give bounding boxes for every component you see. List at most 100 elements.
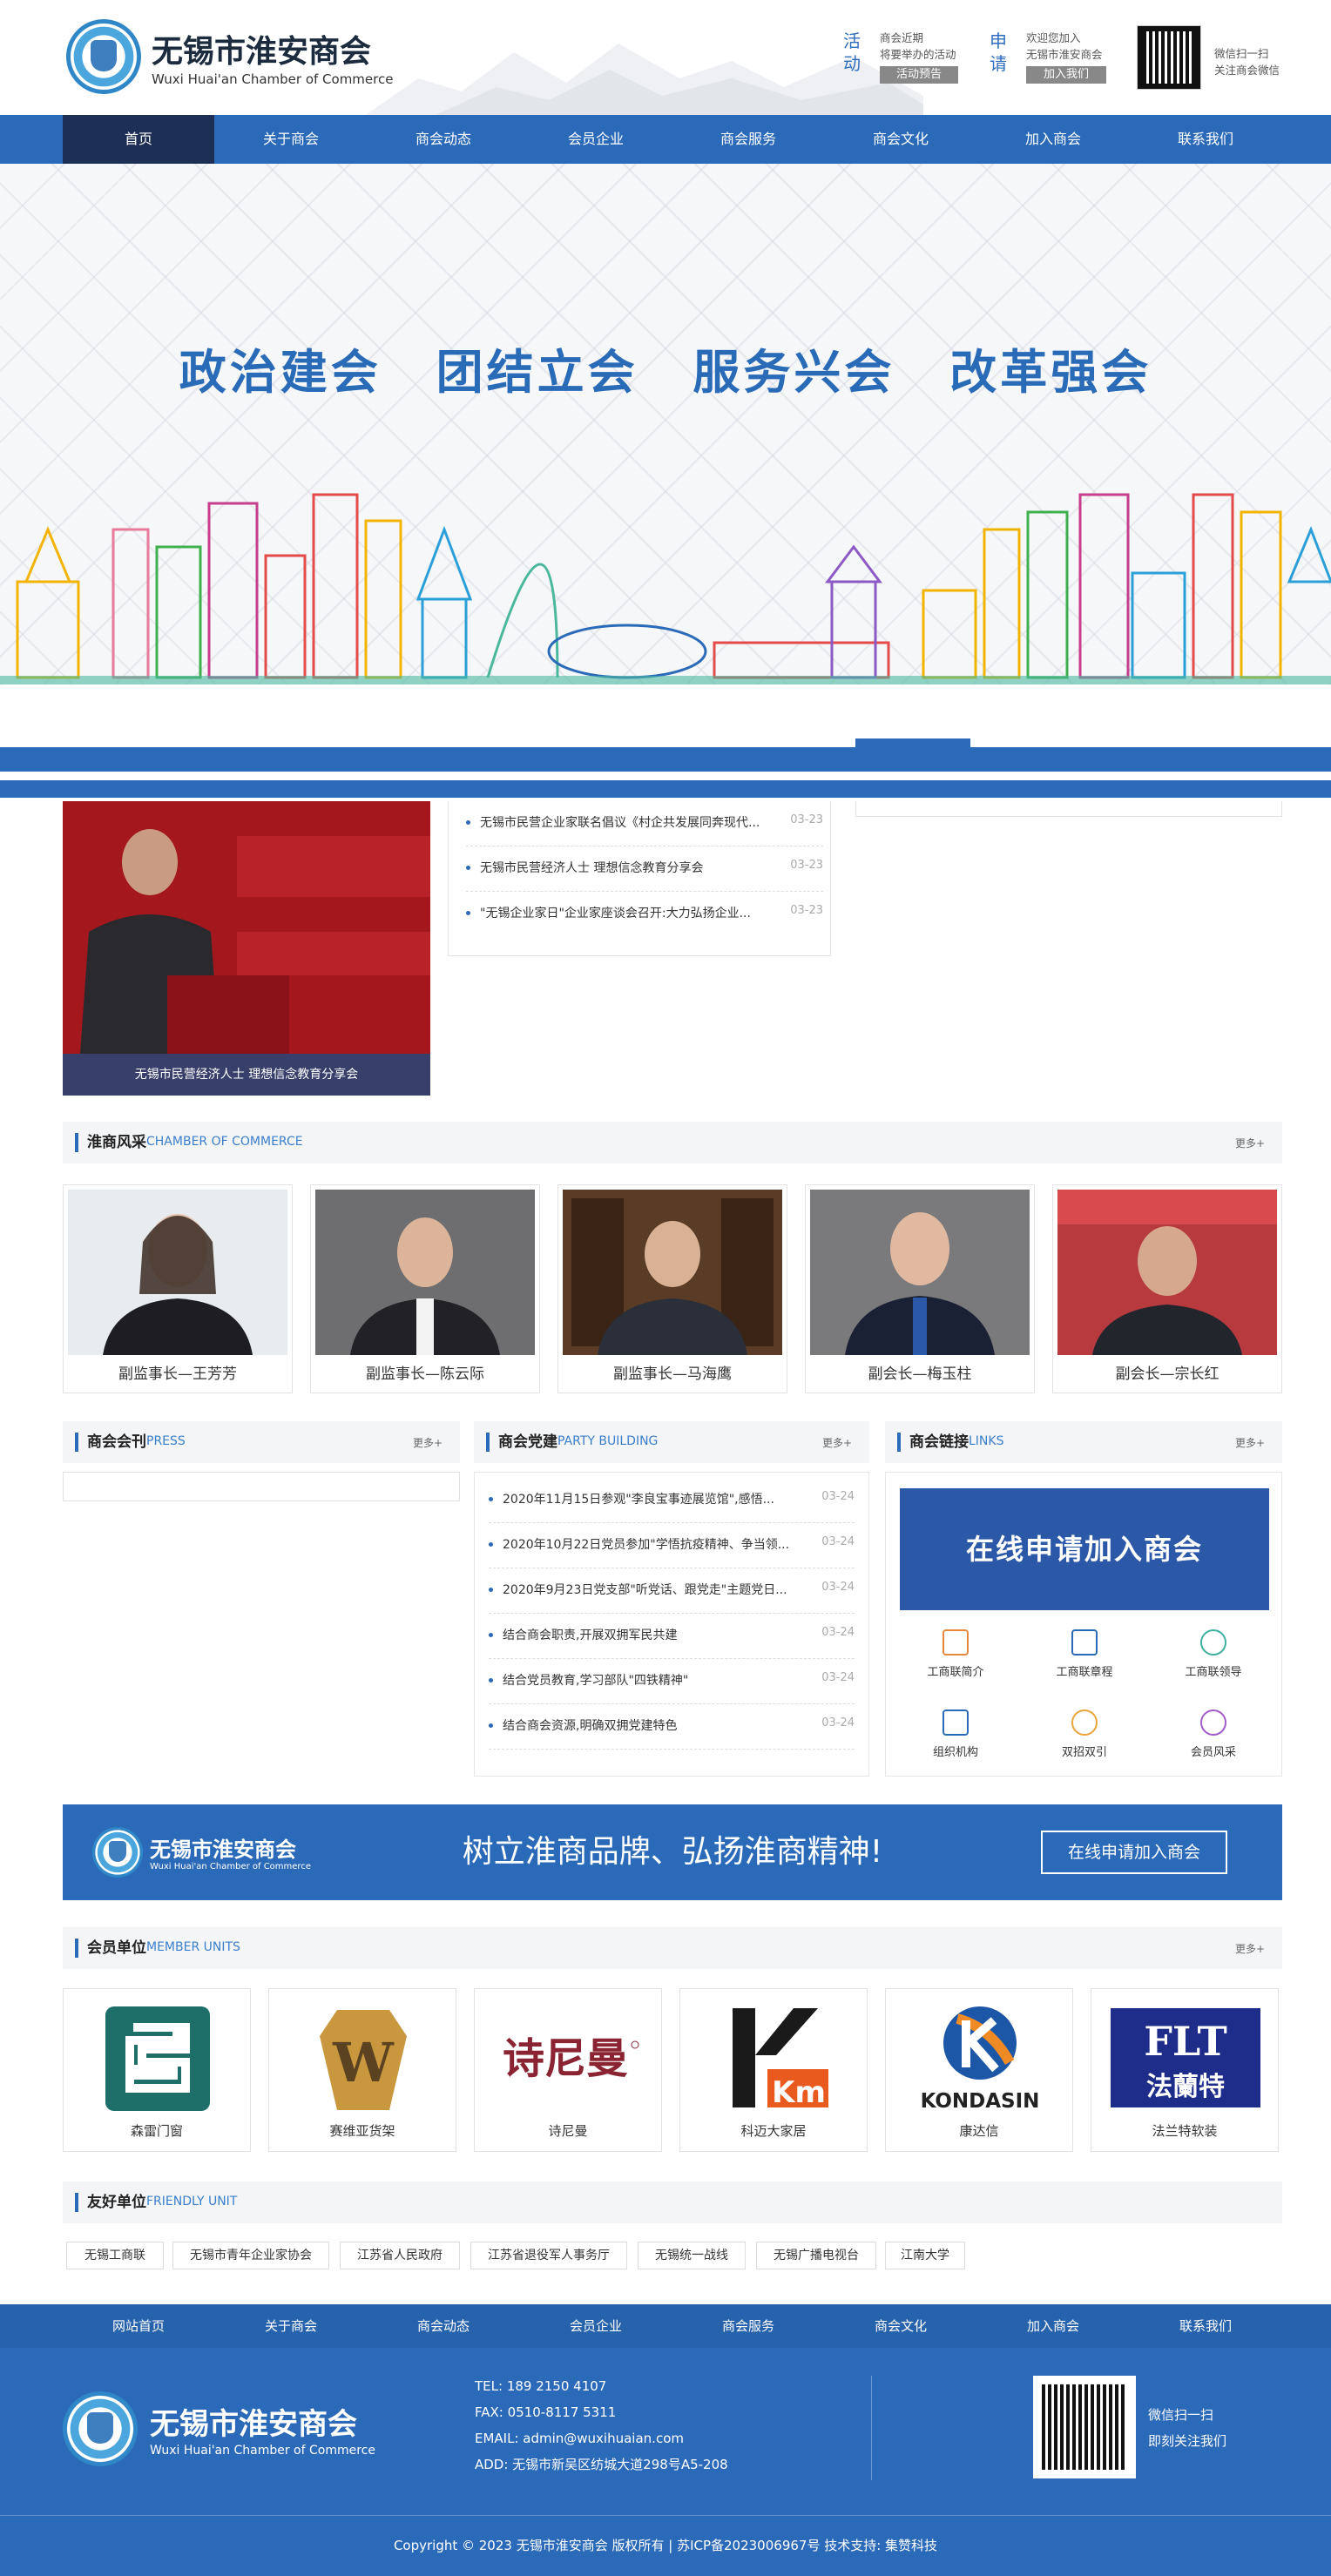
- footer-nav-news[interactable]: 商会动态: [368, 2304, 519, 2348]
- party-news-item[interactable]: 结合党员教育,学习部队"四铁精神" 03-24: [489, 1659, 855, 1704]
- news-item[interactable]: 无锡市民营经济人士 理想信念教育分享会 03-23: [466, 846, 823, 892]
- party-news-title[interactable]: 2020年9月23日党支部"听党话、跟党走"主题党日...: [503, 1581, 799, 1598]
- apply-online-banner[interactable]: 在线申请加入商会: [900, 1488, 1269, 1610]
- more-link[interactable]: 更多+: [1235, 1435, 1265, 1450]
- nav-about[interactable]: 关于商会: [215, 115, 367, 164]
- party-news-title[interactable]: 结合党员教育,学习部队"四铁精神": [503, 1671, 799, 1689]
- member-card[interactable]: KONDASIN 康达信: [885, 1988, 1073, 2152]
- news-right-panel: [855, 801, 1282, 817]
- footer-nav-contact[interactable]: 联系我们: [1130, 2304, 1281, 2348]
- logo-title[interactable]: 无锡市淮安商会: [152, 26, 371, 71]
- link-member-style[interactable]: 会员风采: [1161, 1709, 1266, 1759]
- party-news-item[interactable]: 结合商会职责,开展双拥军民共建 03-24: [489, 1614, 855, 1659]
- bullet-icon: [489, 1497, 493, 1501]
- member-card[interactable]: 诗尼曼 诗尼曼: [474, 1988, 662, 2152]
- news-featured-photo[interactable]: 无锡市民营经济人士 理想信念教育分享会: [63, 801, 430, 1096]
- member-logo-kondasin: KONDASIN: [921, 2006, 1039, 2113]
- activity-line2: 将要举办的活动: [880, 48, 956, 61]
- nav-contact[interactable]: 联系我们: [1130, 115, 1281, 164]
- link-organization[interactable]: 组织机构: [903, 1709, 1008, 1759]
- nav-news[interactable]: 商会动态: [368, 115, 519, 164]
- more-link[interactable]: 更多+: [822, 1435, 852, 1450]
- nav-services[interactable]: 商会服务: [672, 115, 824, 164]
- divider-bar-lower: [0, 780, 1331, 798]
- section-title: 友好单位: [75, 2193, 146, 2212]
- footer-nav-culture[interactable]: 商会文化: [825, 2304, 976, 2348]
- friendly-link[interactable]: 江苏省人民政府: [340, 2242, 460, 2269]
- section-subtitle: PRESS: [146, 1434, 186, 1448]
- promo-logo-icon: [92, 1827, 143, 1878]
- nav-members[interactable]: 会员企业: [520, 115, 672, 164]
- party-news-title[interactable]: 结合商会职责,开展双拥军民共建: [503, 1626, 799, 1643]
- footer-nav-services[interactable]: 商会服务: [672, 2304, 824, 2348]
- party-news-item[interactable]: 结合商会资源,明确双拥党建特色 03-24: [489, 1704, 855, 1750]
- links-panel: 在线申请加入商会 工商联简介 工商联章程 工商联领导 组织机构 双招双引 会员风…: [885, 1472, 1282, 1777]
- activity-preview-button[interactable]: 活动预告: [880, 66, 958, 84]
- join-us-button[interactable]: 加入我们: [1026, 66, 1106, 84]
- member-name: 赛维亚货架: [329, 2123, 395, 2139]
- promo-apply-button[interactable]: 在线申请加入商会: [1041, 1831, 1227, 1874]
- news-item-title[interactable]: 无锡市民营企业家联名倡议《村企共发展同奔现代...: [480, 813, 776, 831]
- footer-logo-subtitle: Wuxi Huai'an Chamber of Commerce: [150, 2444, 375, 2458]
- city-skyline-illustration: [0, 493, 1331, 684]
- nav-join[interactable]: 加入商会: [977, 115, 1129, 164]
- footer-email[interactable]: EMAIL: admin@wuxihuaian.com: [475, 2425, 684, 2451]
- link-federation-leaders[interactable]: 工商联领导: [1161, 1629, 1266, 1679]
- link-federation-intro[interactable]: 工商联简介: [903, 1629, 1008, 1679]
- news-item[interactable]: "无锡企业家日"企业家座谈会召开:大力弘扬企业... 03-23: [466, 892, 823, 937]
- friendly-link[interactable]: 无锡广播电视台: [756, 2242, 876, 2269]
- footer-nav-join[interactable]: 加入商会: [977, 2304, 1129, 2348]
- footer-logo-icon: [63, 2391, 138, 2466]
- nav-home[interactable]: 首页: [63, 115, 214, 164]
- footer-fax: FAX: 0510-8117 5311: [475, 2404, 617, 2420]
- site-footer: 网站首页 关于商会 商会动态 会员企业 商会服务 商会文化 加入商会 联系我们 …: [0, 2304, 1331, 2576]
- logo-emblem-icon[interactable]: [66, 19, 141, 94]
- friendly-link[interactable]: 无锡统一战线: [638, 2242, 746, 2269]
- section-subtitle: MEMBER UNITS: [146, 1940, 240, 1954]
- person-card[interactable]: 副会长—梅玉柱: [805, 1184, 1035, 1393]
- person-card[interactable]: 副监事长—马海鹰: [557, 1184, 787, 1393]
- news-item-title[interactable]: 无锡市民营经济人士 理想信念教育分享会: [480, 859, 776, 876]
- member-card[interactable]: Km 科迈大家居: [679, 1988, 868, 2152]
- bullet-icon: [466, 866, 470, 870]
- nav-culture[interactable]: 商会文化: [825, 115, 976, 164]
- more-link[interactable]: 更多+: [1235, 1136, 1265, 1150]
- friendly-link[interactable]: 无锡市青年企业家协会: [172, 2242, 329, 2269]
- member-logo-text: Km: [772, 2075, 826, 2110]
- friendly-link[interactable]: 江南大学: [885, 2242, 965, 2269]
- party-news-title[interactable]: 结合商会资源,明确双拥党建特色: [503, 1716, 799, 1734]
- member-name: 森雷门窗: [130, 2123, 183, 2139]
- hero-banner[interactable]: 政治建会 团结立会 服务兴会 改革强会: [0, 164, 1331, 684]
- friendly-link[interactable]: 江苏省退役军人事务厅: [470, 2242, 627, 2269]
- link-investment[interactable]: 双招双引: [1032, 1709, 1137, 1759]
- footer-nav-members[interactable]: 会员企业: [520, 2304, 672, 2348]
- news-photo-caption[interactable]: 无锡市民营经济人士 理想信念教育分享会: [63, 1054, 430, 1096]
- party-news-date: 03-24: [821, 1581, 855, 1594]
- user-icon: [1200, 1629, 1226, 1656]
- member-card[interactable]: W 赛维亚货架: [268, 1988, 456, 2152]
- party-news-title[interactable]: 2020年10月22日党员参加"学悟抗疫精神、争当领...: [503, 1535, 799, 1553]
- news-item-title[interactable]: "无锡企业家日"企业家座谈会召开:大力弘扬企业...: [480, 904, 776, 921]
- more-link[interactable]: 更多+: [1235, 1941, 1265, 1956]
- person-card[interactable]: 副监事长—陈云际: [310, 1184, 540, 1393]
- more-link[interactable]: 更多+: [413, 1435, 443, 1450]
- member-card[interactable]: FLT 法蘭特 法兰特软装: [1091, 1988, 1279, 2152]
- party-news-item[interactable]: 2020年9月23日党支部"听党话、跟党走"主题党日... 03-24: [489, 1568, 855, 1614]
- person-card[interactable]: 副会长—宗长红: [1052, 1184, 1282, 1393]
- person-name: 副监事长—马海鹰: [613, 1366, 732, 1383]
- person-card[interactable]: 副监事长—王芳芳: [63, 1184, 293, 1393]
- link-federation-charter[interactable]: 工商联章程: [1032, 1629, 1137, 1679]
- party-news-item[interactable]: 2020年11月15日参观"李良宝事迹展览馆",感悟... 03-24: [489, 1478, 855, 1523]
- footer-nav-about[interactable]: 关于商会: [215, 2304, 367, 2348]
- section-header-links: 商会链接 LINKS 更多+: [885, 1421, 1282, 1463]
- party-news-item[interactable]: 2020年10月22日党员参加"学悟抗疫精神、争当领... 03-24: [489, 1523, 855, 1568]
- section-subtitle: CHAMBER OF COMMERCE: [146, 1135, 303, 1149]
- member-logo-shiniman: 诗尼曼: [503, 2034, 639, 2083]
- member-card[interactable]: 森雷门窗: [63, 1988, 251, 2152]
- footer-nav-home[interactable]: 网站首页: [63, 2304, 214, 2348]
- section-subtitle: FRIENDLY UNIT: [146, 2195, 238, 2208]
- party-news-title[interactable]: 2020年11月15日参观"李良宝事迹展览馆",感悟...: [503, 1490, 799, 1507]
- member-logo-subtext: 法蘭特: [1146, 2072, 1225, 2102]
- friendly-link[interactable]: 无锡工商联: [66, 2242, 164, 2269]
- news-item[interactable]: 无锡市民营企业家联名倡议《村企共发展同奔现代... 03-23: [466, 801, 823, 846]
